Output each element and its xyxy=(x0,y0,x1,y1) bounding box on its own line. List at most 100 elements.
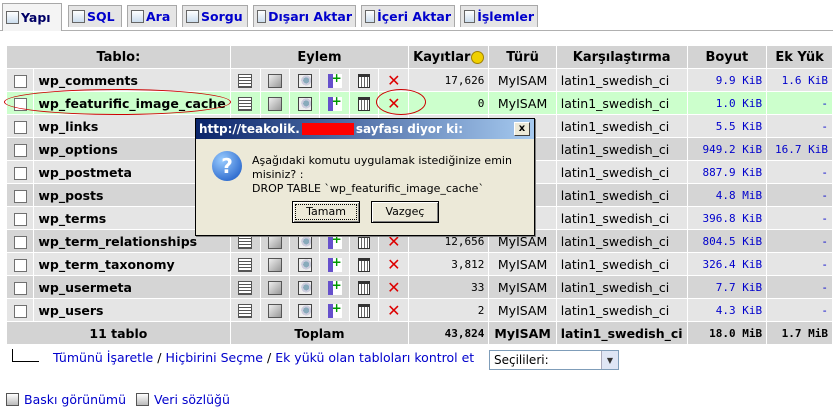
empty-icon[interactable] xyxy=(358,280,371,295)
action-structure[interactable] xyxy=(260,299,290,321)
structure-icon[interactable] xyxy=(268,280,282,295)
row-checkbox[interactable] xyxy=(7,253,34,275)
header-table[interactable]: Tablo: xyxy=(7,46,230,68)
action-insert[interactable] xyxy=(320,276,350,298)
row-checkbox[interactable] xyxy=(7,276,34,298)
print-view-link[interactable]: Baskı görünümü xyxy=(24,392,126,407)
structure-icon[interactable] xyxy=(268,234,282,249)
search-icon[interactable] xyxy=(297,280,312,295)
action-search[interactable] xyxy=(290,299,320,321)
action-structure[interactable] xyxy=(260,276,290,298)
checkbox[interactable] xyxy=(13,74,27,88)
checkbox[interactable] xyxy=(13,212,27,226)
overhead-cell[interactable]: - xyxy=(767,299,832,321)
browse-icon[interactable] xyxy=(238,234,253,249)
insert-icon[interactable] xyxy=(327,255,342,272)
checkbox[interactable] xyxy=(13,97,27,111)
tab-sql[interactable]: SQL xyxy=(68,5,122,27)
empty-icon[interactable] xyxy=(358,73,371,88)
search-icon[interactable] xyxy=(297,303,312,318)
action-search[interactable] xyxy=(290,253,320,275)
checkbox[interactable] xyxy=(13,166,27,180)
search-icon[interactable] xyxy=(297,73,312,88)
action-search[interactable] xyxy=(290,276,320,298)
structure-icon[interactable] xyxy=(268,96,282,111)
action-insert[interactable] xyxy=(320,253,350,275)
action-search[interactable] xyxy=(290,69,320,91)
checkbox[interactable] xyxy=(13,120,27,134)
drop-icon[interactable]: ✕ xyxy=(387,72,400,88)
table-name-link[interactable]: wp_comments xyxy=(34,69,230,91)
table-name-link[interactable]: wp_featurific_image_cache xyxy=(34,92,230,114)
action-insert[interactable] xyxy=(320,299,350,321)
size-link[interactable]: 1.0 KiB xyxy=(687,92,767,114)
action-structure[interactable] xyxy=(260,69,290,91)
checkbox[interactable] xyxy=(13,189,27,203)
size-link[interactable]: 4.8 MiB xyxy=(687,184,767,206)
browse-icon[interactable] xyxy=(238,73,253,88)
overhead-cell[interactable]: - xyxy=(767,161,832,183)
checkbox[interactable] xyxy=(13,235,27,249)
size-link[interactable]: 9.9 KiB xyxy=(687,69,767,91)
overhead-cell[interactable]: 16.7 KiB xyxy=(767,138,832,160)
action-empty[interactable] xyxy=(350,69,379,91)
browse-icon[interactable] xyxy=(238,280,253,295)
overhead-cell[interactable]: - xyxy=(767,276,832,298)
empty-icon[interactable] xyxy=(358,234,371,249)
overhead-cell[interactable]: 1.6 KiB xyxy=(767,69,832,91)
header-type[interactable]: Türü xyxy=(489,46,556,68)
size-link[interactable]: 887.9 KiB xyxy=(687,161,767,183)
action-insert[interactable] xyxy=(320,92,350,114)
row-checkbox[interactable] xyxy=(7,184,34,206)
insert-icon[interactable] xyxy=(327,278,342,295)
size-link[interactable]: 326.4 KiB xyxy=(687,253,767,275)
tab-search[interactable]: Ara xyxy=(127,5,177,27)
overhead-cell[interactable]: - xyxy=(767,253,832,275)
size-link[interactable]: 4.3 KiB xyxy=(687,299,767,321)
checkbox[interactable] xyxy=(13,143,27,157)
action-empty[interactable] xyxy=(350,92,379,114)
check-all-link[interactable]: Tümünü İşaretle xyxy=(53,350,153,365)
search-icon[interactable] xyxy=(297,96,312,111)
overhead-cell[interactable]: - xyxy=(767,230,832,252)
action-structure[interactable] xyxy=(260,92,290,114)
drop-icon[interactable]: ✕ xyxy=(387,256,400,272)
browse-icon[interactable] xyxy=(238,303,253,318)
size-link[interactable]: 396.8 KiB xyxy=(687,207,767,229)
size-link[interactable]: 949.2 KiB xyxy=(687,138,767,160)
row-checkbox[interactable] xyxy=(7,69,34,91)
header-overhead[interactable]: Ek Yük xyxy=(767,46,832,68)
check-overhead-link[interactable]: Ek yükü olan tabloları kontrol et xyxy=(275,350,474,365)
tab-operations[interactable]: İşlemler xyxy=(460,5,538,27)
data-dictionary-link[interactable]: Veri sözlüğü xyxy=(154,392,230,407)
action-browse[interactable] xyxy=(230,92,260,114)
row-checkbox[interactable] xyxy=(7,230,34,252)
action-search[interactable] xyxy=(290,92,320,114)
row-checkbox[interactable] xyxy=(7,299,34,321)
action-browse[interactable] xyxy=(230,299,260,321)
insert-icon[interactable] xyxy=(327,301,342,318)
browse-icon[interactable] xyxy=(238,96,253,111)
empty-icon[interactable] xyxy=(358,303,371,318)
tab-export[interactable]: Dışarı Aktar xyxy=(253,5,356,27)
action-drop[interactable]: ✕ xyxy=(379,276,409,298)
row-checkbox[interactable] xyxy=(7,92,34,114)
checkbox[interactable] xyxy=(13,281,27,295)
action-drop[interactable]: ✕ xyxy=(379,253,409,275)
drop-icon[interactable]: ✕ xyxy=(387,279,400,295)
row-checkbox[interactable] xyxy=(7,138,34,160)
empty-icon[interactable] xyxy=(358,257,371,272)
checkbox[interactable] xyxy=(13,258,27,272)
close-button[interactable]: x xyxy=(514,122,530,136)
action-empty[interactable] xyxy=(350,276,379,298)
browse-icon[interactable] xyxy=(238,257,253,272)
header-size[interactable]: Boyut xyxy=(687,46,767,68)
row-checkbox[interactable] xyxy=(7,161,34,183)
overhead-cell[interactable]: - xyxy=(767,115,832,137)
size-link[interactable]: 5.5 KiB xyxy=(687,115,767,137)
action-structure[interactable] xyxy=(260,253,290,275)
checkbox[interactable] xyxy=(13,304,27,318)
insert-icon[interactable] xyxy=(327,94,342,111)
structure-icon[interactable] xyxy=(268,73,282,88)
table-name-link[interactable]: wp_term_taxonomy xyxy=(34,253,230,275)
